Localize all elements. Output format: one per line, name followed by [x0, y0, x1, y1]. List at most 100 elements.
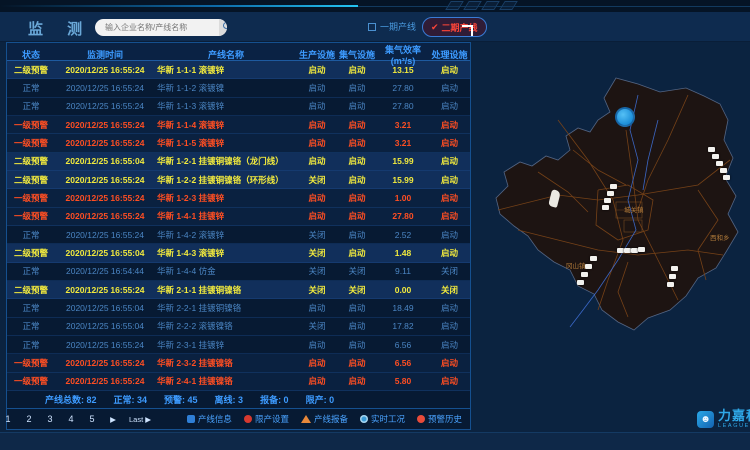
- next-page-button[interactable]: ▶: [108, 415, 118, 424]
- device-marker[interactable]: [604, 198, 611, 203]
- search-box[interactable]: [95, 19, 227, 36]
- device-marker[interactable]: [602, 205, 609, 210]
- line-name: 华新 2-3-2 挂镀镍铬: [155, 357, 297, 369]
- production-facility-state: 启动: [297, 100, 337, 112]
- page-button[interactable]: 4: [66, 414, 76, 424]
- table-row[interactable]: 一级预警 2020/12/25 16:55:24 华新 1-2-3 挂镀锌 启动…: [7, 189, 470, 207]
- device-marker[interactable]: [617, 248, 624, 253]
- summary-item: 离线: 3: [215, 393, 244, 406]
- bottom-strip: [0, 432, 750, 450]
- treatment-facility-state: 启动: [429, 174, 470, 186]
- line-name: 华新 1-4-1 挂镀锌: [155, 210, 297, 222]
- table-row[interactable]: 一级预警 2020/12/25 16:55:24 华新 2-3-2 挂镀镍铬 启…: [7, 354, 470, 372]
- summary-item: 产线总数: 82: [45, 393, 97, 406]
- production-facility-state: 启动: [297, 119, 337, 131]
- table-row[interactable]: 二级预警 2020/12/25 16:55:04 华新 1-2-1 挂镀铜镍铬（…: [7, 153, 470, 171]
- status-badge: 一级预警: [7, 210, 55, 222]
- table-row[interactable]: 正常 2020/12/25 16:55:04 华新 2-2-1 挂镀铜镍铬 启动…: [7, 299, 470, 317]
- search-button[interactable]: [219, 19, 227, 36]
- table-row[interactable]: 二级预警 2020/12/25 16:55:24 华新 1-2-2 挂镀铜镍铬（…: [7, 171, 470, 189]
- device-marker[interactable]: [624, 248, 631, 253]
- device-marker[interactable]: [610, 184, 617, 189]
- table-row[interactable]: 正常 2020/12/25 16:54:44 华新 1-4-4 仿金 关闭 关闭…: [7, 263, 470, 281]
- device-marker[interactable]: [590, 256, 597, 261]
- device-marker[interactable]: [631, 248, 638, 253]
- table-row[interactable]: 一级预警 2020/12/25 16:55:24 华新 1-4-1 挂镀锌 启动…: [7, 208, 470, 226]
- search-input[interactable]: [95, 23, 219, 32]
- company-logo: ☻ 力嘉科技 LEAGUE TECH: [697, 409, 750, 430]
- table-row[interactable]: 二级预警 2020/12/25 16:55:24 华新 2-1-1 挂镀铜镍铬 …: [7, 281, 470, 299]
- table-body: 二级预警 2020/12/25 16:55:24 华新 1-1-1 滚镀锌 启动…: [7, 61, 470, 391]
- monitor-time: 2020/12/25 16:55:24: [55, 376, 155, 386]
- device-marker[interactable]: [581, 272, 588, 277]
- gas-facility-state: 关闭: [337, 284, 377, 296]
- production-facility-state: 关闭: [297, 247, 337, 259]
- production-facility-state: 启动: [297, 302, 337, 314]
- table-row[interactable]: 一级预警 2020/12/25 16:55:24 华新 1-1-4 滚镀锌 启动…: [7, 116, 470, 134]
- legend-item[interactable]: 产线报备: [301, 413, 348, 425]
- page-button[interactable]: 1: [3, 414, 13, 424]
- device-marker[interactable]: [585, 264, 592, 269]
- page-button[interactable]: 5: [87, 414, 97, 424]
- status-badge: 二级预警: [7, 64, 55, 76]
- device-marker[interactable]: [723, 175, 730, 180]
- line-name: 华新 2-2-1 挂镀铜镍铬: [155, 302, 297, 314]
- line-name: 华新 1-2-2 挂镀铜镍铬（环形线）: [155, 174, 297, 186]
- line-name: 华新 1-1-3 滚镀锌: [155, 100, 297, 112]
- legend-item[interactable]: 产线信息: [187, 413, 232, 425]
- status-badge: 正常: [7, 82, 55, 94]
- gas-efficiency-value: 15.99: [377, 156, 429, 166]
- table-row[interactable]: 二级预警 2020/12/25 16:55:04 华新 1-4-3 滚镀锌 关闭…: [7, 244, 470, 262]
- phase1-checkbox[interactable]: 一期产线: [368, 20, 416, 33]
- device-marker[interactable]: [638, 247, 645, 252]
- col-status: 状态: [7, 48, 55, 61]
- map-panel[interactable]: 西和乡冈山镇城关镇: [478, 42, 750, 432]
- device-marker[interactable]: [671, 266, 678, 271]
- thin-line: [358, 6, 750, 7]
- table-row[interactable]: 正常 2020/12/25 16:55:24 华新 1-4-2 滚镀锌 关闭 启…: [7, 226, 470, 244]
- treatment-facility-state: 启动: [429, 192, 470, 204]
- page-title: 监 测: [28, 18, 92, 39]
- line-name: 华新 1-1-4 滚镀锌: [155, 119, 297, 131]
- summary-item: 报备: 0: [260, 393, 289, 406]
- monitor-table-panel: 状态 监测时间 产线名称 生产设施 集气设施 集气效率(m³/s) 处理设施 二…: [6, 42, 471, 430]
- treatment-facility-state: 启动: [429, 82, 470, 94]
- gas-facility-state: 启动: [337, 357, 377, 369]
- cluster-marker[interactable]: [615, 107, 635, 127]
- phase2-button[interactable]: ✔ 二期产线: [422, 17, 487, 37]
- device-marker[interactable]: [712, 154, 719, 159]
- production-facility-state: 启动: [297, 210, 337, 222]
- table-row[interactable]: 正常 2020/12/25 16:55:24 华新 2-3-1 挂镀锌 启动 启…: [7, 336, 470, 354]
- device-marker[interactable]: [669, 274, 676, 279]
- last-page-button[interactable]: Last ▶: [129, 415, 151, 424]
- legend-label: 限产设置: [255, 413, 289, 425]
- production-facility-state: 启动: [297, 137, 337, 149]
- status-badge: 一级预警: [7, 137, 55, 149]
- table-row[interactable]: 正常 2020/12/25 16:55:04 华新 2-2-2 滚镀镍铬 关闭 …: [7, 318, 470, 336]
- device-marker[interactable]: [577, 280, 584, 285]
- table-row[interactable]: 一级预警 2020/12/25 16:55:24 华新 1-1-5 滚镀锌 启动…: [7, 134, 470, 152]
- legend-item[interactable]: 实时工况: [360, 413, 405, 425]
- device-marker[interactable]: [708, 147, 715, 152]
- legend-item[interactable]: 预警历史: [417, 413, 462, 425]
- table-row[interactable]: 二级预警 2020/12/25 16:55:24 华新 1-1-1 滚镀锌 启动…: [7, 61, 470, 79]
- gas-facility-state: 启动: [337, 192, 377, 204]
- monitor-time: 2020/12/25 16:55:24: [55, 358, 155, 368]
- limit-production-icon: [244, 415, 252, 423]
- monitor-time: 2020/12/25 16:55:24: [55, 340, 155, 350]
- legend-item[interactable]: 限产设置: [244, 413, 289, 425]
- line-name: 华新 1-1-5 滚镀锌: [155, 137, 297, 149]
- summary-item: 限产: 0: [306, 393, 335, 406]
- table-row[interactable]: 正常 2020/12/25 16:55:24 华新 1-1-2 滚镀镍 启动 启…: [7, 79, 470, 97]
- header-bar: 监 测 一期产线 ✔ 二期产线: [0, 12, 750, 42]
- summary-item: 正常: 34: [114, 393, 148, 406]
- page-button[interactable]: 2: [24, 414, 34, 424]
- device-marker[interactable]: [720, 168, 727, 173]
- page-button[interactable]: 3: [45, 414, 55, 424]
- table-row[interactable]: 正常 2020/12/25 16:55:24 华新 1-1-3 滚镀锌 启动 启…: [7, 98, 470, 116]
- device-marker[interactable]: [667, 282, 674, 287]
- table-row[interactable]: 一级预警 2020/12/25 16:55:24 华新 2-4-1 挂镀镍铬 启…: [7, 373, 470, 391]
- gas-efficiency-value: 9.11: [377, 266, 429, 276]
- device-marker[interactable]: [716, 161, 723, 166]
- device-marker[interactable]: [607, 191, 614, 196]
